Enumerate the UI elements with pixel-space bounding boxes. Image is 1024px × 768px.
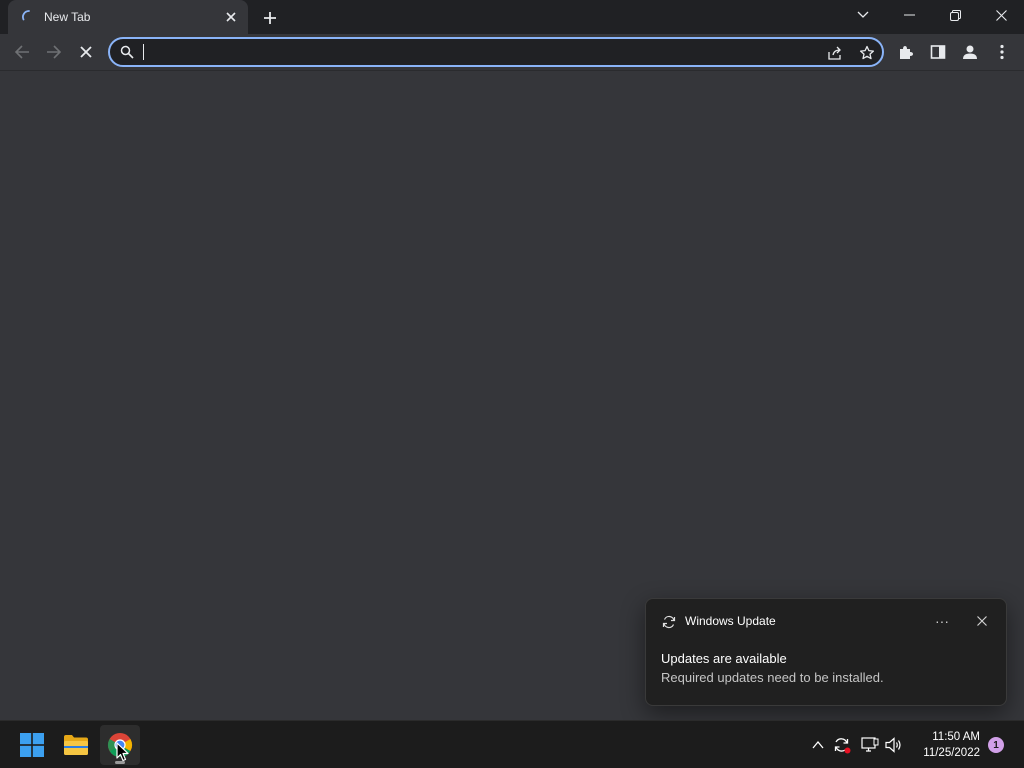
back-arrow-icon — [14, 45, 29, 59]
share-icon — [828, 46, 841, 60]
speaker-icon — [885, 737, 901, 753]
close-icon — [995, 9, 1007, 21]
star-icon — [859, 45, 875, 60]
network-button[interactable] — [860, 735, 880, 755]
puzzle-icon — [900, 46, 913, 59]
taskbar-clock[interactable]: 11:50 AM 11/25/2022 — [904, 729, 980, 761]
restore-icon — [949, 9, 961, 21]
start-button[interactable] — [12, 725, 52, 765]
side-panel-icon — [930, 45, 946, 59]
notification-body: Required updates need to be installed. — [661, 670, 884, 685]
clock-date: 11/25/2022 — [923, 747, 980, 759]
forward-button[interactable] — [40, 38, 68, 66]
side-panel-button[interactable] — [924, 38, 952, 66]
stop-icon — [80, 46, 92, 58]
profile-icon — [963, 45, 977, 59]
minimize-icon — [903, 14, 915, 16]
update-pending-icon — [834, 738, 851, 754]
notification-count-badge[interactable]: 1 — [988, 737, 1004, 753]
mouse-cursor-icon — [116, 742, 129, 762]
extensions-button[interactable] — [892, 38, 920, 66]
file-explorer-button[interactable] — [56, 725, 96, 765]
plus-icon — [264, 12, 276, 24]
search-icon — [120, 45, 134, 59]
network-icon — [861, 737, 879, 752]
profile-button[interactable] — [956, 38, 984, 66]
spinner-icon — [22, 10, 30, 21]
minimize-button[interactable] — [886, 0, 932, 30]
close-icon — [226, 12, 236, 22]
window-close-button[interactable] — [978, 0, 1024, 30]
back-button[interactable] — [8, 38, 36, 66]
notification-close-button[interactable] — [972, 611, 992, 631]
address-bar[interactable] — [108, 37, 884, 67]
clock-time: 11:50 AM — [932, 731, 980, 743]
notification-more-button[interactable]: ··· — [930, 611, 954, 631]
new-tab-button[interactable] — [258, 6, 282, 30]
close-icon — [977, 616, 987, 626]
forward-arrow-icon — [47, 45, 62, 59]
update-tray-button[interactable] — [832, 735, 852, 755]
tab-close-button[interactable] — [222, 8, 240, 26]
tab-strip: New Tab — [0, 0, 1024, 34]
windows-update-notification[interactable]: Windows Update ··· Updates are available… — [645, 598, 1007, 706]
chevron-down-icon — [857, 11, 869, 18]
stop-button[interactable] — [72, 38, 100, 66]
notification-title: Updates are available — [661, 651, 787, 666]
notification-app-name: Windows Update — [685, 614, 776, 628]
tab-new-tab[interactable]: New Tab — [8, 0, 248, 34]
chevron-up-icon — [812, 741, 824, 749]
text-caret — [143, 44, 144, 60]
share-button[interactable] — [826, 44, 844, 62]
restore-button[interactable] — [932, 0, 978, 30]
tray-overflow-button[interactable] — [808, 735, 828, 755]
taskbar: 11:50 AM 11/25/2022 1 — [0, 720, 1024, 768]
bookmark-button[interactable] — [858, 44, 876, 62]
menu-button[interactable] — [988, 38, 1016, 66]
kebab-menu-icon — [1000, 44, 1004, 60]
address-input[interactable] — [142, 42, 822, 62]
windows-logo-icon — [20, 733, 44, 757]
sync-icon — [662, 615, 676, 629]
tab-title: New Tab — [44, 10, 91, 24]
volume-button[interactable] — [884, 735, 904, 755]
folder-icon — [64, 735, 88, 755]
browser-toolbar — [0, 34, 1024, 71]
tab-search-button[interactable] — [840, 0, 886, 30]
